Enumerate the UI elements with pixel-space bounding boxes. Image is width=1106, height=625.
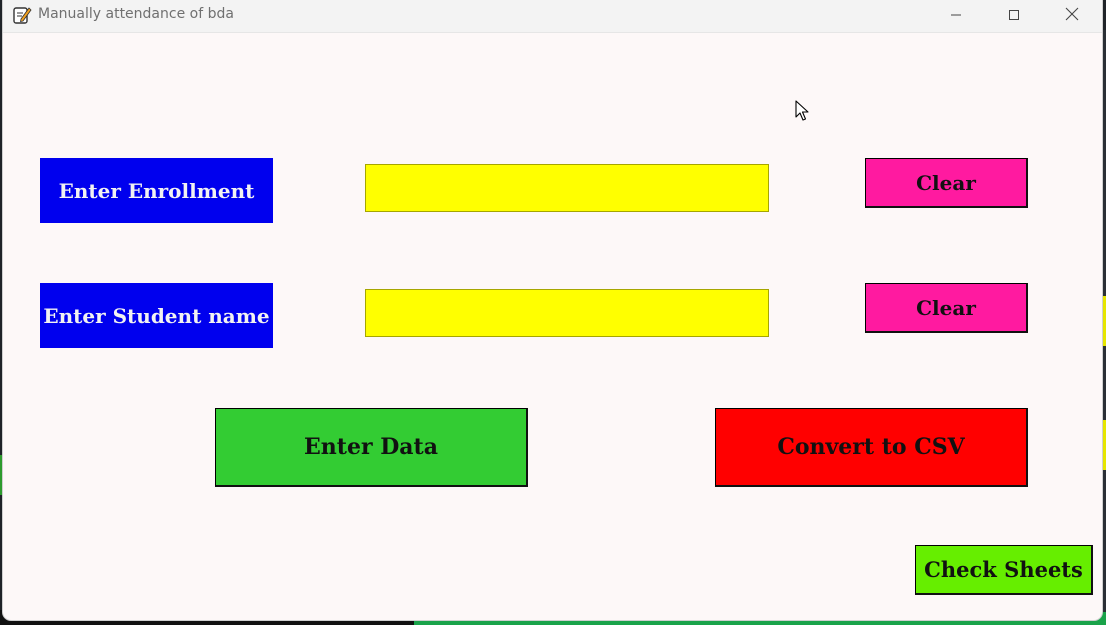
minimize-icon <box>950 6 962 25</box>
enrollment-label: Enter Enrollment <box>40 158 273 223</box>
enter-data-button[interactable]: Enter Data <box>215 408 528 487</box>
enrollment-input[interactable] <box>365 164 769 212</box>
clear-enrollment-button[interactable]: Clear <box>865 158 1028 208</box>
window-title: Manually attendance of bda <box>38 6 234 22</box>
maximize-icon <box>1008 6 1020 25</box>
mouse-pointer-icon <box>795 100 809 122</box>
check-sheets-button[interactable]: Check Sheets <box>915 545 1093 595</box>
maximize-button[interactable] <box>985 0 1043 30</box>
minimize-button[interactable] <box>927 0 985 30</box>
student-name-input[interactable] <box>365 289 769 337</box>
student-name-label: Enter Student name <box>40 283 273 348</box>
close-icon <box>1065 6 1079 25</box>
title-bar[interactable]: Manually attendance of bda <box>3 0 1102 33</box>
close-button[interactable] <box>1043 0 1101 30</box>
notepad-pencil-icon <box>12 5 32 25</box>
app-window: Manually attendance of bda Enter Enrollm… <box>3 0 1102 620</box>
convert-to-csv-button[interactable]: Convert to CSV <box>715 408 1028 487</box>
clear-student-name-button[interactable]: Clear <box>865 283 1028 333</box>
